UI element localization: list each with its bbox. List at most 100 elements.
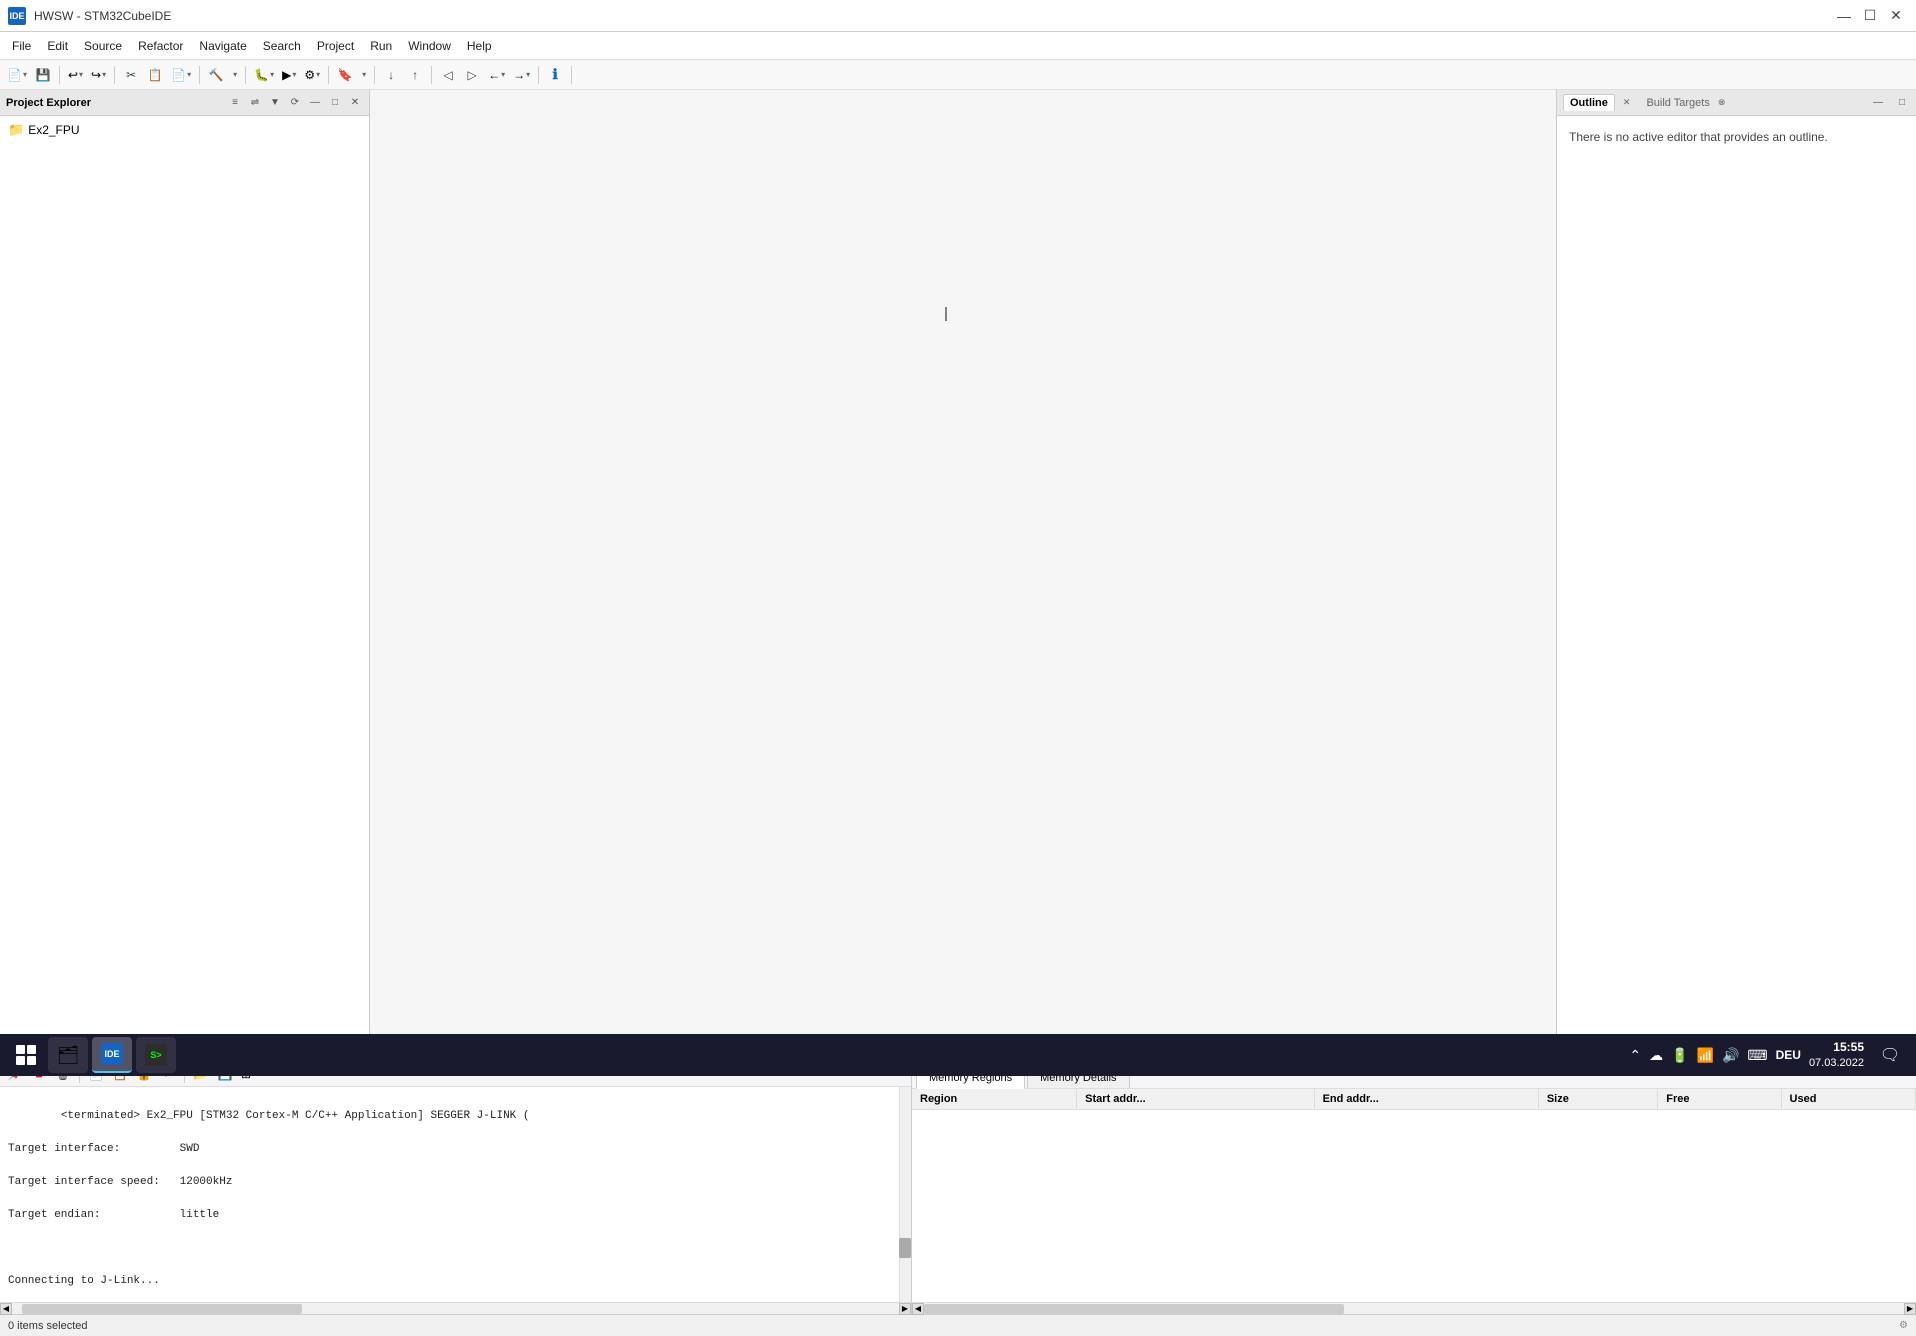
console-output: <terminated> Ex2_FPU [STM32 Cortex-M C/C… bbox=[8, 1091, 903, 1302]
console-scrollbar-thumb[interactable] bbox=[899, 1238, 911, 1258]
outline-maximize-button[interactable]: □ bbox=[1894, 95, 1910, 111]
console-horizontal-scrollbar[interactable]: ◀ ▶ bbox=[0, 1302, 911, 1314]
toolbar-separator-7 bbox=[431, 66, 432, 84]
volume-icon[interactable]: 🔊 bbox=[1722, 1047, 1739, 1064]
back-button[interactable]: ← ▾ bbox=[485, 64, 508, 86]
console-content[interactable]: <terminated> Ex2_FPU [STM32 Cortex-M C/C… bbox=[0, 1087, 911, 1302]
new-button[interactable]: 📄 ▾ bbox=[4, 64, 30, 86]
build-h-scroll-left[interactable]: ◀ bbox=[912, 1303, 924, 1315]
external-tool-button[interactable]: ⚙ ▾ bbox=[301, 64, 323, 86]
col-start-addr: Start addr... bbox=[1077, 1089, 1314, 1110]
project-explorer-panel: Project Explorer ≡ ⇌ ▼ ⟳ — □ ✕ 📁 Ex2_FPU bbox=[0, 90, 370, 1034]
menu-file[interactable]: File bbox=[4, 35, 39, 57]
menu-window[interactable]: Window bbox=[400, 35, 459, 57]
tab-build-targets[interactable]: Build Targets bbox=[1646, 97, 1709, 109]
notification-button[interactable]: 🗨 bbox=[1872, 1037, 1908, 1073]
memory-table: Region Start addr... End addr... Size Fr… bbox=[912, 1089, 1916, 1302]
next-anno-button[interactable]: ↓ bbox=[380, 64, 402, 86]
build-horizontal-scrollbar[interactable]: ◀ ▶ bbox=[912, 1302, 1916, 1314]
language-indicator[interactable]: DEU bbox=[1776, 1048, 1801, 1062]
save-button[interactable]: 💾 bbox=[32, 64, 54, 86]
h-scroll-thumb[interactable] bbox=[22, 1304, 302, 1314]
wifi-icon[interactable]: 📶 bbox=[1697, 1047, 1714, 1064]
menu-help[interactable]: Help bbox=[459, 35, 500, 57]
build-h-scroll-right[interactable]: ▶ bbox=[1904, 1303, 1916, 1315]
menu-navigate[interactable]: Navigate bbox=[191, 35, 254, 57]
bookmark-button[interactable]: 🔖 bbox=[334, 64, 356, 86]
redo-button[interactable]: ↪ ▾ bbox=[88, 64, 109, 86]
maximize-panel-button[interactable]: □ bbox=[327, 95, 343, 111]
prev-edit-button[interactable]: ◁ bbox=[437, 64, 459, 86]
memory-regions-table: Region Start addr... End addr... Size Fr… bbox=[912, 1089, 1916, 1110]
h-scroll-left-button[interactable]: ◀ bbox=[0, 1303, 12, 1315]
link-with-editor-button[interactable]: ⇌ bbox=[247, 95, 263, 111]
menu-refactor[interactable]: Refactor bbox=[130, 35, 191, 57]
debug-button[interactable]: 🐛 ▾ bbox=[251, 64, 277, 86]
outline-message: There is no active editor that provides … bbox=[1569, 128, 1828, 146]
chevron-up-icon[interactable]: ⌃ bbox=[1629, 1047, 1641, 1064]
taskbar: 🗂 IDE S> ⌃ ☁ 🔋 📶 🔊 ⌨ DEU 15:55 07.03.202… bbox=[0, 1034, 1916, 1076]
window-controls: — ☐ ✕ bbox=[1832, 5, 1908, 27]
outline-minimize-button[interactable]: — bbox=[1870, 95, 1886, 111]
paste-icon: 📄 bbox=[171, 68, 186, 82]
menu-run[interactable]: Run bbox=[362, 35, 400, 57]
toolbar-separator-8 bbox=[538, 66, 539, 84]
undo-button[interactable]: ↩ ▾ bbox=[65, 64, 86, 86]
build-h-scroll-thumb[interactable] bbox=[924, 1304, 1344, 1314]
next-edit-button[interactable]: ▷ bbox=[461, 64, 483, 86]
info-button[interactable]: ℹ bbox=[544, 64, 566, 86]
editor-area[interactable] bbox=[370, 90, 1556, 1034]
taskbar-terminal[interactable]: S> bbox=[136, 1037, 176, 1073]
battery-icon[interactable]: 🔋 bbox=[1671, 1047, 1688, 1064]
paste-button[interactable]: 📄 ▾ bbox=[168, 64, 194, 86]
build-button[interactable]: 🔨 bbox=[205, 64, 227, 86]
build-targets-close-icon[interactable]: ⊗ bbox=[1718, 97, 1726, 108]
toolbar-separator-4 bbox=[245, 66, 246, 84]
maximize-button[interactable]: ☐ bbox=[1858, 5, 1882, 27]
fwd-button[interactable]: → ▾ bbox=[510, 64, 533, 86]
build-h-scroll-area[interactable] bbox=[924, 1303, 1904, 1314]
h-scroll-area[interactable] bbox=[12, 1303, 899, 1314]
prev-anno-button[interactable]: ↑ bbox=[404, 64, 426, 86]
bottom-area: ⚠ Problems ☑ Tasks > Console ✕ ≡ Propert… bbox=[0, 1034, 1916, 1314]
close-panel-button[interactable]: ✕ bbox=[347, 95, 363, 111]
redo-icon: ↪ bbox=[91, 68, 101, 82]
cut-button[interactable]: ✂ bbox=[120, 64, 142, 86]
build-dropdown[interactable]: ▾ bbox=[229, 64, 240, 86]
menu-project[interactable]: Project bbox=[309, 35, 362, 57]
minimize-button[interactable]: — bbox=[1832, 5, 1856, 27]
menu-search[interactable]: Search bbox=[255, 35, 309, 57]
debug-icon: 🐛 bbox=[254, 68, 269, 82]
run-button[interactable]: ▶ ▾ bbox=[279, 64, 299, 86]
onedrive-icon[interactable]: ☁ bbox=[1649, 1047, 1663, 1064]
copy-button[interactable]: 📋 bbox=[144, 64, 166, 86]
run-icon: ▶ bbox=[282, 68, 291, 82]
menu-source[interactable]: Source bbox=[76, 35, 130, 57]
taskbar-file-explorer[interactable]: 🗂 bbox=[48, 1037, 88, 1073]
minimize-panel-button[interactable]: — bbox=[307, 95, 323, 111]
start-button[interactable] bbox=[8, 1037, 44, 1073]
clock[interactable]: 15:55 07.03.2022 bbox=[1809, 1039, 1864, 1071]
filter-button[interactable]: ▼ bbox=[267, 95, 283, 111]
outline-close-icon[interactable]: ✕ bbox=[1623, 97, 1631, 108]
h-scroll-right-button[interactable]: ▶ bbox=[899, 1303, 911, 1315]
col-region: Region bbox=[912, 1089, 1077, 1110]
fwd-icon: → bbox=[513, 68, 525, 82]
bookmark-dropdown[interactable]: ▾ bbox=[358, 64, 369, 86]
keyboard-icon[interactable]: ⌨ bbox=[1747, 1047, 1767, 1064]
window-title: HWSW - STM32CubeIDE bbox=[34, 9, 1824, 23]
tab-outline[interactable]: Outline bbox=[1563, 94, 1615, 111]
terminated-line: <terminated> Ex2_FPU [STM32 Cortex-M C/C… bbox=[61, 1110, 530, 1122]
project-explorer-title: Project Explorer bbox=[6, 97, 223, 109]
status-bar: 0 items selected ⚙ bbox=[0, 1314, 1916, 1336]
menu-edit[interactable]: Edit bbox=[39, 35, 76, 57]
taskbar-tray: ⌃ ☁ 🔋 📶 🔊 ⌨ DEU 15:55 07.03.2022 🗨 bbox=[1629, 1037, 1908, 1073]
collapse-all-button[interactable]: ≡ bbox=[227, 95, 243, 111]
close-button[interactable]: ✕ bbox=[1884, 5, 1908, 27]
toolbar-separator-6 bbox=[374, 66, 375, 84]
console-vertical-scrollbar[interactable] bbox=[899, 1087, 911, 1302]
taskbar-ide[interactable]: IDE bbox=[92, 1037, 132, 1073]
project-tree-item[interactable]: 📁 Ex2_FPU bbox=[4, 120, 365, 140]
clock-date: 07.03.2022 bbox=[1809, 1056, 1864, 1071]
sync-button[interactable]: ⟳ bbox=[287, 95, 303, 111]
